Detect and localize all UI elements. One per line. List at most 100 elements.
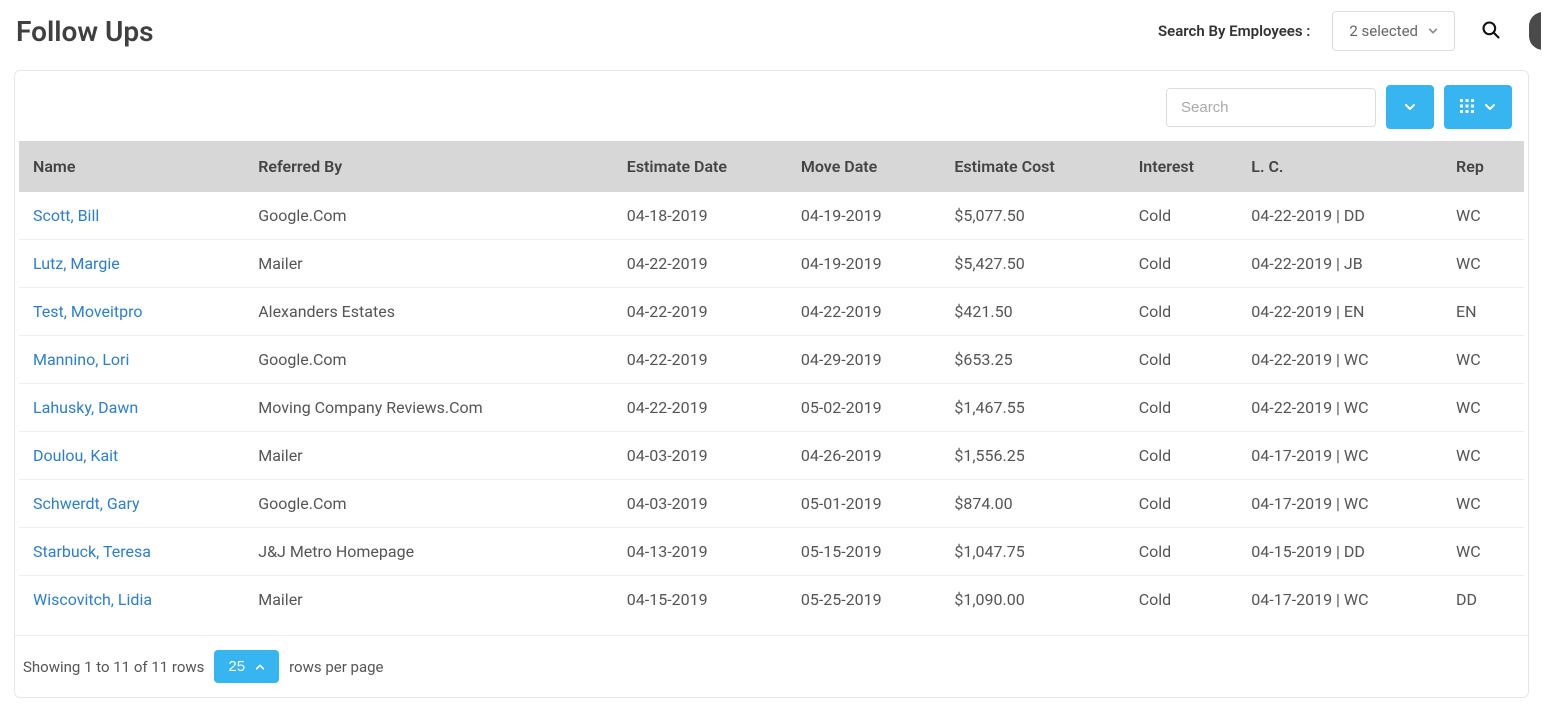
- cell-estimate-cost: $874.00: [940, 480, 1124, 528]
- col-estimate-cost[interactable]: Estimate Cost: [940, 141, 1124, 192]
- table-row: Lahusky, DawnMoving Company Reviews.Com0…: [19, 384, 1524, 432]
- cell-move-date: 05-15-2019: [787, 528, 941, 576]
- table-row: Test, MoveitproAlexanders Estates04-22-2…: [19, 288, 1524, 336]
- cell-estimate-date: 04-18-2019: [613, 192, 787, 240]
- name-link[interactable]: Schwerdt, Gary: [33, 494, 140, 513]
- cell-estimate-cost: $1,090.00: [940, 576, 1124, 620]
- cell-estimate-date: 04-13-2019: [613, 528, 787, 576]
- table-row: Starbuck, Teresa J&J Metro Homepage04-13-…: [19, 528, 1524, 576]
- col-rep[interactable]: Rep: [1442, 141, 1524, 192]
- table-row: Schwerdt, GaryGoogle.Com04-03-201905-01-…: [19, 480, 1524, 528]
- toolbar-dropdown-button[interactable]: [1386, 85, 1434, 129]
- cell-move-date: 04-19-2019: [787, 192, 941, 240]
- cell-referred-by: Google.Com: [244, 336, 613, 384]
- cell-estimate-cost: $421.50: [940, 288, 1124, 336]
- col-estimate-date[interactable]: Estimate Date: [613, 141, 787, 192]
- cell-estimate-cost: $5,427.50: [940, 240, 1124, 288]
- table-row: Mannino, LoriGoogle.Com04-22-201904-29-2…: [19, 336, 1524, 384]
- col-name[interactable]: Name: [19, 141, 244, 192]
- employees-selected-text: 2 selected: [1349, 22, 1418, 40]
- cell-estimate-cost: $653.25: [940, 336, 1124, 384]
- cell-move-date: 05-02-2019: [787, 384, 941, 432]
- page-size-select[interactable]: 25: [214, 650, 279, 683]
- cell-referred-by: Mailer: [244, 576, 613, 620]
- name-link[interactable]: Scott, Bill: [33, 206, 99, 225]
- cell-rep: WC: [1442, 432, 1524, 480]
- chevron-down-icon: [1404, 101, 1416, 113]
- cell-lc: 04-22-2019 | EN: [1237, 288, 1442, 336]
- table-scroll[interactable]: Name Referred By Estimate Date Move Date…: [19, 141, 1524, 619]
- page-size-value: 25: [228, 658, 245, 675]
- table-row: Doulou, Kait Mailer04-03-201904-26-2019$1…: [19, 432, 1524, 480]
- name-link[interactable]: Lutz, Margie: [33, 254, 120, 273]
- cell-move-date: 05-25-2019: [787, 576, 941, 620]
- page-header: Follow Ups Search By Employees : 2 selec…: [0, 0, 1543, 70]
- name-link[interactable]: Mannino, Lori: [33, 350, 129, 369]
- cell-rep: EN: [1442, 288, 1524, 336]
- table-row: Lutz, MargieMailer04-22-201904-19-2019$5…: [19, 240, 1524, 288]
- table-row: Scott, Bill Google.Com04-18-201904-19-201…: [19, 192, 1524, 240]
- rows-per-page-label: rows per page: [289, 658, 383, 676]
- table-search-input[interactable]: [1166, 88, 1376, 127]
- cell-referred-by: Moving Company Reviews.Com: [244, 384, 613, 432]
- name-link[interactable]: Starbuck, Teresa: [33, 542, 151, 561]
- col-interest[interactable]: Interest: [1125, 141, 1238, 192]
- col-move-date[interactable]: Move Date: [787, 141, 941, 192]
- cell-estimate-date: 04-22-2019: [613, 384, 787, 432]
- toolbar-columns-button[interactable]: [1444, 85, 1512, 129]
- cell-move-date: 04-26-2019: [787, 432, 941, 480]
- cell-estimate-date: 04-22-2019: [613, 288, 787, 336]
- cell-rep: WC: [1442, 528, 1524, 576]
- cell-estimate-date: 04-15-2019: [613, 576, 787, 620]
- header-actions: Search By Employees : 2 selected: [1158, 10, 1527, 52]
- global-search-button[interactable]: [1477, 16, 1505, 47]
- cell-lc: 04-22-2019 | WC: [1237, 384, 1442, 432]
- page-title: Follow Ups: [16, 15, 154, 48]
- cell-lc: 04-17-2019 | WC: [1237, 432, 1442, 480]
- cell-move-date: 04-22-2019: [787, 288, 941, 336]
- cell-referred-by: Mailer: [244, 240, 613, 288]
- cell-referred-by: J&J Metro Homepage: [244, 528, 613, 576]
- cell-rep: WC: [1442, 480, 1524, 528]
- cell-move-date: 04-19-2019: [787, 240, 941, 288]
- cell-rep: WC: [1442, 240, 1524, 288]
- cell-interest: Cold: [1125, 528, 1238, 576]
- employees-select[interactable]: 2 selected: [1332, 11, 1455, 51]
- cell-lc: 04-22-2019 | WC: [1237, 336, 1442, 384]
- cell-interest: Cold: [1125, 336, 1238, 384]
- chevron-down-icon: [1428, 26, 1438, 36]
- search-by-employees-label: Search By Employees :: [1158, 22, 1310, 40]
- cell-lc: 04-22-2019 | DD: [1237, 192, 1442, 240]
- followups-card: Name Referred By Estimate Date Move Date…: [14, 70, 1529, 698]
- name-link[interactable]: Doulou, Kait: [33, 446, 118, 465]
- cell-rep: WC: [1442, 336, 1524, 384]
- table-row: Wiscovitch, Lidia Mailer04-15-201905-25-2…: [19, 576, 1524, 620]
- cell-referred-by: Alexanders Estates: [244, 288, 613, 336]
- search-icon: [1481, 28, 1501, 43]
- chevron-down-icon: [1484, 101, 1496, 113]
- cell-interest: Cold: [1125, 384, 1238, 432]
- col-referred-by[interactable]: Referred By: [244, 141, 613, 192]
- cell-lc: 04-22-2019 | JB: [1237, 240, 1442, 288]
- showing-text: Showing 1 to 11 of 11 rows: [23, 658, 204, 676]
- cell-estimate-cost: $1,556.25: [940, 432, 1124, 480]
- cell-interest: Cold: [1125, 240, 1238, 288]
- cell-interest: Cold: [1125, 288, 1238, 336]
- cell-estimate-cost: $5,077.50: [940, 192, 1124, 240]
- cell-estimate-date: 04-03-2019: [613, 432, 787, 480]
- cell-referred-by: Google.Com: [244, 192, 613, 240]
- avatar[interactable]: [1527, 10, 1543, 52]
- name-link[interactable]: Test, Moveitpro: [33, 302, 142, 321]
- cell-estimate-cost: $1,467.55: [940, 384, 1124, 432]
- cell-lc: 04-15-2019 | DD: [1237, 528, 1442, 576]
- table-wrap: Name Referred By Estimate Date Move Date…: [15, 141, 1528, 635]
- cell-referred-by: Mailer: [244, 432, 613, 480]
- cell-lc: 04-17-2019 | WC: [1237, 576, 1442, 620]
- cell-move-date: 05-01-2019: [787, 480, 941, 528]
- col-lc[interactable]: L. C.: [1237, 141, 1442, 192]
- cell-interest: Cold: [1125, 432, 1238, 480]
- cell-rep: WC: [1442, 384, 1524, 432]
- name-link[interactable]: Wiscovitch, Lidia: [33, 590, 152, 609]
- name-link[interactable]: Lahusky, Dawn: [33, 398, 138, 417]
- cell-interest: Cold: [1125, 576, 1238, 620]
